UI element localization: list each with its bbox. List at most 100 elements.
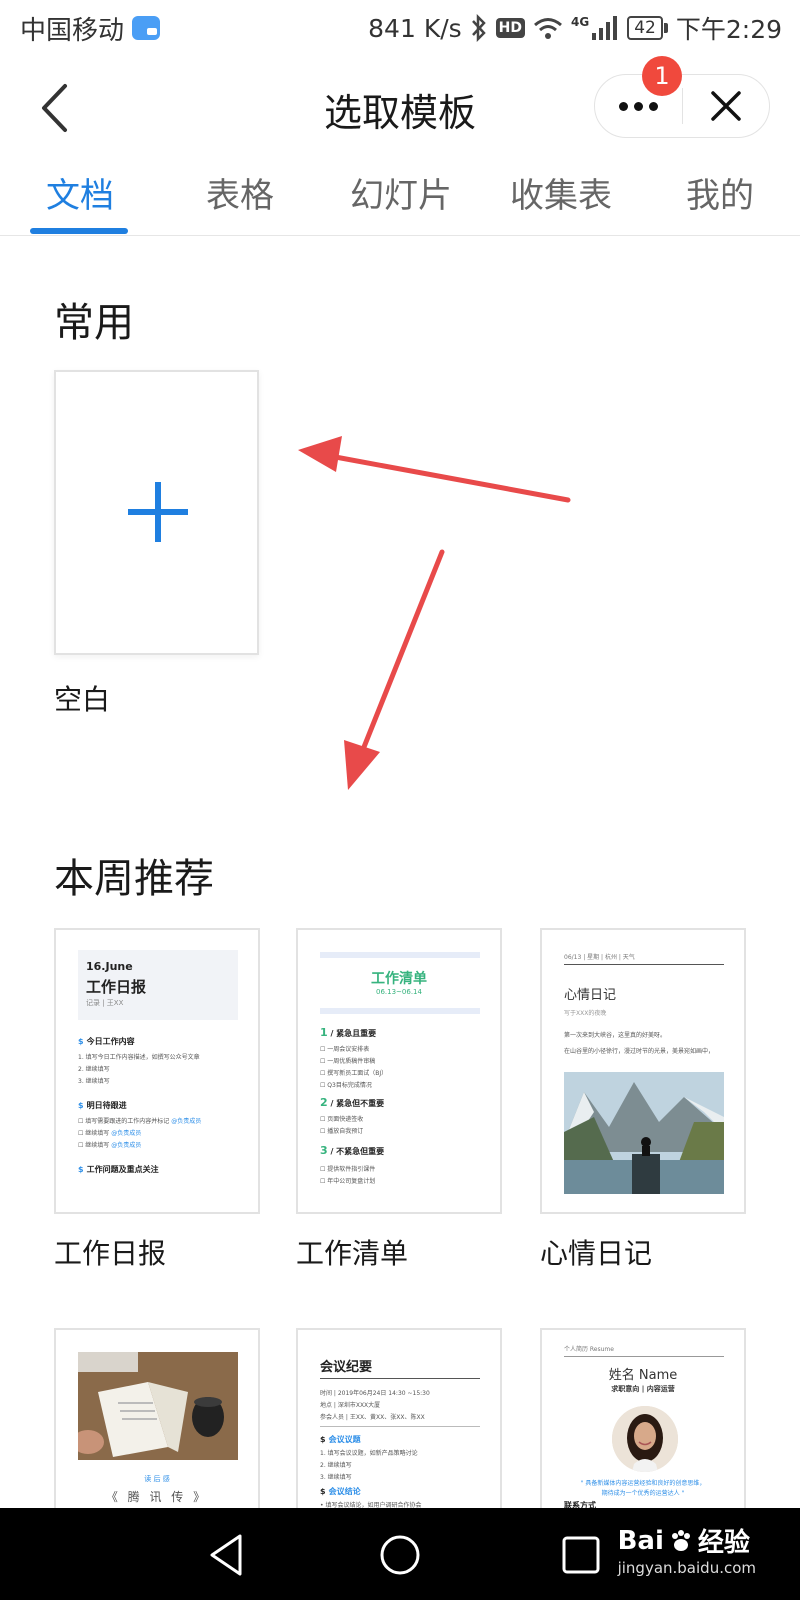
thumb-line: 在山谷里的小径徐行，漫过时节的光景，美景宛如画中， (564, 1048, 715, 1055)
nav-recents-icon[interactable] (558, 1532, 604, 1578)
watermark-brand: Bai (617, 1525, 664, 1556)
annotation-arrow-to-blank (298, 436, 571, 503)
hd-badge: HD (495, 18, 526, 38)
battery-level: 42 (627, 16, 663, 40)
template-card-work-list[interactable]: 工作清单 06.13~06.14 1 / 紧急且重要 ☐ 一周会议安排表 ☐ 一… (296, 928, 502, 1214)
thumb-section-heading: $ 明日待跟进 (78, 1101, 127, 1110)
wifi-icon (534, 18, 562, 39)
thumb-line: 3. 继续填写 (320, 1474, 352, 1481)
plus-icon (128, 482, 188, 542)
thumb-landscape-photo (564, 1072, 724, 1194)
tab-slides[interactable]: 幻灯片 (350, 168, 452, 228)
template-label-mood-diary: 心情日记 (540, 1237, 653, 1270)
thumb-line: ☐ 一周会议安排表 (320, 1046, 370, 1053)
thumb-line: 第一次来到大峡谷，这里真的好美呀。 (564, 1032, 667, 1039)
baidu-jingyan-watermark: Bai 经验 jingyan.baidu.com (617, 1522, 756, 1578)
nav-back-icon[interactable] (204, 1532, 250, 1578)
thumb-line: 2. 继续填写 (78, 1066, 110, 1073)
notification-badge: 1 (642, 56, 682, 96)
thumb-line: 地点 | 深圳市XXX大厦 (320, 1402, 381, 1409)
thumb-section-heading: $ 会议议题 (320, 1435, 361, 1444)
blank-template-card[interactable] (54, 370, 259, 655)
template-label-work-list: 工作清单 (296, 1237, 409, 1270)
category-tabs: 文档 表格 幻灯片 收集表 我的 (0, 160, 800, 236)
clock: 下午2:29 (675, 15, 782, 44)
thumb-line: ☐ 继续填写 @负责成员 (78, 1142, 142, 1149)
thumb-line: ☐ 继续填写 @负责成员 (78, 1130, 142, 1137)
thumb-title: 会议纪要 (320, 1360, 373, 1375)
watermark-brand-suffix: 经验 (697, 1528, 750, 1558)
annotation-arrow-to-weekly (344, 549, 445, 790)
thumb-rule (320, 1378, 480, 1379)
thumb-line: 3. 继续填写 (78, 1078, 110, 1085)
thumb-line: ☐ 年中公司复盘计划 (320, 1178, 376, 1185)
tab-sheets[interactable]: 表格 (206, 168, 274, 228)
thumb-recorder: 记录 | 王XX (86, 999, 124, 1007)
template-label-daily-report: 工作日报 (54, 1237, 167, 1270)
close-icon (711, 91, 741, 121)
tab-documents[interactable]: 文档 (46, 168, 114, 228)
system-nav-bar: Bai 经验 jingyan.baidu.com (0, 1508, 800, 1600)
message-notification-icon (132, 16, 161, 40)
thumb-line: ☐ 页面快递签收 (320, 1116, 364, 1123)
thumb-line: ☐ 一周优质稿件审稿 (320, 1058, 376, 1065)
thumb-line: 1. 填写会议议题，如新产品策略讨论 (320, 1450, 418, 1457)
section-title-weekly: 本周推荐 (54, 856, 214, 902)
close-button[interactable] (683, 74, 769, 138)
thumb-meta: 06/13 | 星期 | 杭州 | 天气 (564, 954, 635, 961)
active-tab-indicator (30, 228, 128, 234)
thumb-meta: 个人简历 Resume (564, 1346, 614, 1353)
thumb-rule (320, 1426, 480, 1427)
template-card-daily-report[interactable]: 16.June 工作日报 记录 | 王XX $ 今日工作内容 1. 填写今日工作内… (54, 928, 260, 1214)
thumb-section-heading: 2 / 紧急但不重要 (320, 1096, 385, 1109)
thumb-quote: " 具备新媒体内容运营经验和良好的创意思维， (580, 1480, 706, 1487)
tab-forms[interactable]: 收集表 (510, 168, 612, 228)
status-bar: 中国移动 841 K/s HD 4G 42 下午2:29 (0, 0, 800, 56)
network-type: 4G (571, 15, 590, 29)
thumb-line: ☐ 播放自我预订 (320, 1128, 364, 1135)
thumb-line: ☐ Q3目标完成情况 (320, 1082, 372, 1089)
thumb-line: ☐ 撰写新员工面试（BJ） (320, 1070, 388, 1077)
thumb-subtitle: 求职意向 | 内容运营 (611, 1385, 675, 1393)
thumb-quote: 期待成为一个优秀的运营达人 " (601, 1490, 685, 1497)
thumb-section-heading: $ 会议结论 (320, 1487, 361, 1496)
thumb-section-heading: 3 / 不紧急但重要 (320, 1144, 385, 1157)
tab-mine[interactable]: 我的 (686, 168, 754, 228)
thumb-line: 参会人员 | 王XX、黄XX、张XX、陈XX (320, 1414, 425, 1421)
thumb-subtitle: 写于XXX的夜晚 (564, 1010, 607, 1017)
thumb-line: ☐ 填写需要跟进的工作内容并标记 @负责成员 (78, 1118, 202, 1125)
thumb-rule (564, 1356, 724, 1357)
paw-icon (671, 1529, 690, 1551)
miniapp-capsule (594, 74, 770, 138)
thumb-line: 2. 继续填写 (320, 1462, 352, 1469)
thumb-title: 工作清单 (371, 971, 427, 987)
thumb-rule (564, 964, 724, 965)
thumb-header-block: 16.June 工作日报 记录 | 王XX (78, 950, 238, 1020)
template-card-mood-diary[interactable]: 06/13 | 星期 | 杭州 | 天气 心情日记 写于XXX的夜晚 第一次来到… (540, 928, 746, 1214)
bluetooth-icon (471, 14, 486, 42)
thumb-line: ☐ 提供软件指引课件 (320, 1166, 376, 1173)
signal-icon (592, 16, 618, 40)
thumb-avatar (612, 1406, 678, 1472)
thumb-title: 工作日报 (86, 978, 147, 996)
watermark-url: jingyan.baidu.com (617, 1559, 756, 1577)
nav-home-icon[interactable] (377, 1532, 423, 1578)
thumb-reading-photo (78, 1352, 238, 1460)
battery-icon: 42 (627, 16, 668, 40)
more-dots-icon (619, 101, 658, 111)
thumb-band (320, 952, 480, 958)
thumb-section-heading: 1 / 紧急且重要 (320, 1026, 377, 1039)
thumb-date: 16.June (86, 960, 133, 973)
thumb-subtitle: 读 后 感 (144, 1475, 170, 1483)
thumb-section-heading: $ 今日工作内容 (78, 1037, 135, 1046)
thumb-title: 心情日记 (564, 988, 617, 1003)
section-title-common: 常用 (54, 300, 134, 346)
thumb-line: 时间 | 2019年06月24日 14:30 ~15:30 (320, 1390, 430, 1397)
thumb-title: 《 腾 讯 传 》 (105, 1490, 209, 1504)
thumb-section-heading: $ 工作问题及重点关注 (78, 1165, 159, 1174)
thumb-line: 1. 填写今日工作内容描述，如撰写公众号文章 (78, 1054, 200, 1061)
carrier-label: 中国移动 (20, 15, 125, 46)
thumb-date: 06.13~06.14 (376, 988, 422, 996)
network-speed: 841 K/s (368, 13, 462, 43)
thumb-band (320, 1008, 480, 1014)
